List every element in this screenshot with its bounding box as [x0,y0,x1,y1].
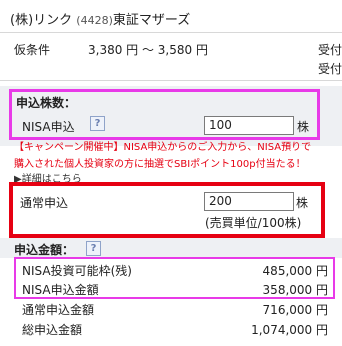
company-name: (株)リンク [10,13,73,28]
normal-unit: 株 [296,196,309,210]
condition-label: 仮条件 [14,43,51,57]
amount-row-label: 総申込金額 [22,323,83,337]
amount-row-label: NISA申込金額 [22,283,99,297]
divider [0,80,342,81]
amount-row-value: 716,000 円 [262,303,328,317]
amount-row-label: NISA投資可能枠(残) [22,264,132,278]
right-label-2: 受付 [318,62,342,76]
amount-row-value: 1,074,000 円 [251,323,328,337]
campaign-text-1: 【キャンペーン開催中】NISA申込からのご入力から、NISA預りで [14,142,312,153]
market-name: 東証マザーズ [112,13,191,28]
amount-row-value: 358,000 円 [262,283,328,297]
condition-value: 3,380 円 ～ 3,580 円 [88,43,208,57]
amount-row-value: 485,000 円 [262,264,328,278]
page-title: (株)リンク (4428)東証マザーズ [10,9,190,28]
help-icon[interactable]: ? [86,241,101,256]
campaign-text-2: 購入された個人投資家の方に抽選でSBIポイント100p付当たる！ [14,159,306,170]
right-label-1: 受付 [318,43,342,57]
nisa-label: NISA申込 [22,120,75,134]
nisa-unit: 株 [297,120,310,134]
normal-label: 通常申込 [20,196,69,210]
divider [0,32,342,33]
help-icon[interactable]: ? [90,116,105,131]
nisa-quantity-input[interactable]: 100 [204,116,294,135]
trade-unit-note: (売買単位/100株) [205,216,302,230]
normal-quantity-input[interactable]: 200 [204,192,294,211]
order-section-title: 申込株数： [16,96,77,110]
amount-section-title: 申込金額： [14,243,75,257]
amount-row-label: 通常申込金額 [22,303,95,317]
security-code: (4428) [76,14,113,27]
